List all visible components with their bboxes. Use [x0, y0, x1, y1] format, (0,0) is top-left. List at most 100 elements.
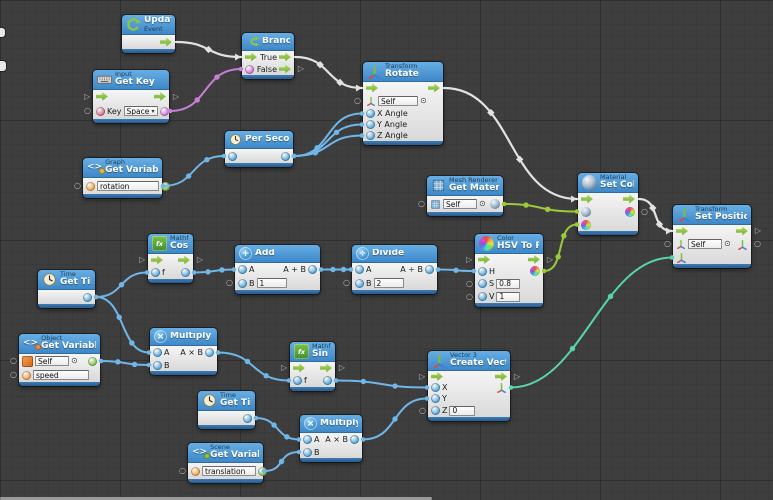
value-port-blue[interactable] [238, 279, 247, 288]
node-get-variable-translation[interactable]: <>SceneGet Variabletranslation○ [188, 443, 263, 483]
value-port-blue[interactable] [293, 376, 302, 385]
field[interactable]: Self [35, 356, 69, 366]
flow-port[interactable] [279, 65, 291, 74]
vector3-port[interactable] [676, 252, 687, 263]
material-port[interactable] [581, 207, 591, 217]
flow-port[interactable] [676, 227, 688, 236]
field[interactable]: translation [202, 466, 256, 476]
node-divide[interactable]: ÷DivideAA ÷ BB2○ [352, 245, 437, 294]
value-port-blue[interactable] [431, 394, 440, 403]
field[interactable]: 0.8 [496, 279, 520, 289]
flow-port[interactable] [279, 53, 291, 62]
value-port-orange[interactable] [22, 371, 31, 380]
node-sin[interactable]: fxMathfSin▷▷f [290, 342, 335, 391]
value-port-blue[interactable] [238, 265, 247, 274]
field[interactable]: Self [378, 96, 418, 106]
value-port-blue[interactable] [153, 361, 162, 370]
object-picker-icon[interactable]: ⊙ [479, 200, 486, 208]
value-port-orange[interactable] [191, 467, 200, 476]
color-port[interactable] [530, 266, 540, 276]
value-port-pink[interactable] [245, 65, 254, 74]
value-port-blue[interactable] [153, 348, 162, 357]
vector3-port[interactable] [496, 382, 507, 393]
field[interactable]: rotation [97, 181, 159, 191]
node-update-event[interactable]: UpdateEvent [122, 15, 175, 53]
flow-port[interactable] [478, 255, 490, 264]
flow-port[interactable] [495, 372, 507, 381]
node-branch[interactable]: BranchTrueFalse▷ [242, 33, 294, 79]
value-port-blue[interactable] [303, 448, 312, 457]
value-port-blue[interactable] [431, 383, 440, 392]
field[interactable]: 1 [496, 292, 520, 302]
value-port-orange[interactable] [86, 182, 95, 191]
field[interactable]: speed [33, 370, 89, 380]
field[interactable]: 1 [257, 278, 287, 288]
flow-port[interactable] [623, 195, 635, 204]
graph-canvas[interactable]: UpdateEvent InputGet Key▷▷KeySpace▾○ Branc… [0, 0, 773, 500]
value-port-blue[interactable] [425, 265, 434, 274]
flow-port[interactable] [293, 364, 305, 373]
value-port-blue[interactable] [366, 131, 375, 140]
material-port[interactable] [490, 199, 500, 209]
value-port-blue[interactable] [478, 279, 487, 288]
flow-port[interactable] [160, 38, 172, 47]
value-port-blue[interactable] [323, 376, 332, 385]
flow-port[interactable] [736, 227, 748, 236]
value-port-key[interactable] [96, 107, 105, 116]
color-port[interactable] [625, 207, 635, 217]
flow-port[interactable] [245, 53, 257, 62]
field[interactable]: 2 [374, 278, 404, 288]
node-get-key[interactable]: InputGet Key▷▷KeySpace▾○ [93, 70, 169, 123]
value-port-pink[interactable] [160, 107, 169, 116]
flow-port[interactable] [581, 195, 593, 204]
node-get-variable-speed[interactable]: <>ObjectGet VariableSelf⊙○speed○ [19, 334, 100, 386]
flow-port[interactable] [320, 364, 332, 373]
value-port-blue[interactable] [243, 414, 252, 423]
node-multiply-2[interactable]: ×MultiplyAA × BB [300, 415, 362, 462]
field[interactable]: 0 [449, 406, 475, 416]
flow-port[interactable] [96, 92, 108, 101]
flow-port[interactable] [154, 92, 166, 101]
node-rotate[interactable]: TransformRotateSelf⊙○X AngleY AngleZ Ang… [363, 62, 443, 145]
value-port-blue[interactable] [366, 120, 375, 129]
value-port-blue[interactable] [478, 292, 487, 301]
flow-port[interactable] [366, 84, 378, 93]
value-port-blue[interactable] [478, 267, 487, 276]
node-create-vector-3[interactable]: Vector 3Create Vector 3▷▷XYZ0○ [428, 351, 510, 421]
field[interactable]: Self [443, 199, 477, 209]
flow-port[interactable] [151, 256, 163, 265]
object-picker-icon[interactable]: ⊙ [71, 357, 78, 365]
value-port-blue[interactable] [83, 293, 92, 302]
color-port[interactable] [581, 220, 591, 230]
node-add[interactable]: +AddAA + BB1○ [235, 245, 320, 294]
node-get-material[interactable]: Mesh RendererGet MaterialSelf⊙○ [427, 176, 503, 216]
node-cos[interactable]: fxMathfCos▷▷f [148, 234, 193, 283]
node-set-position[interactable]: TransformSet Position▷Self⊙○○ [673, 205, 751, 268]
node-get-time-2[interactable]: TimeGet Time [198, 391, 255, 429]
flow-port[interactable] [178, 256, 190, 265]
value-port-blue[interactable] [350, 435, 359, 444]
flow-port[interactable] [528, 255, 540, 264]
value-port-blue[interactable] [151, 268, 160, 277]
value-port-blue[interactable] [355, 279, 364, 288]
node-get-time-1[interactable]: TimeGet Time [38, 270, 95, 308]
value-port-blue[interactable] [366, 109, 375, 118]
value-port-green[interactable] [88, 357, 97, 366]
node-per-second[interactable]: Per Second [225, 131, 293, 167]
node-multiply-1[interactable]: ×MultiplyAA × BB [150, 328, 217, 375]
value-port-blue[interactable] [303, 435, 312, 444]
field[interactable]: Space▾ [124, 106, 158, 116]
value-port-blue[interactable] [431, 406, 440, 415]
node-hsv-to-rgb[interactable]: ColorHSV To RGB▷▷HS0.8○V1○ [475, 234, 543, 307]
value-port-blue[interactable] [228, 152, 237, 161]
node-set-color[interactable]: MaterialSet Color○ [578, 173, 638, 235]
value-port-blue[interactable] [205, 348, 214, 357]
flow-port[interactable] [431, 372, 443, 381]
value-port-blue[interactable] [308, 265, 317, 274]
node-get-variable-rotation[interactable]: <>GraphGet Variablerotation○ [83, 158, 162, 198]
object-picker-icon[interactable]: ⊙ [420, 97, 427, 105]
value-port-blue[interactable] [355, 265, 364, 274]
value-port-blue[interactable] [281, 152, 290, 161]
object-picker-icon[interactable]: ⊙ [724, 240, 731, 248]
value-port-blue[interactable] [181, 268, 190, 277]
